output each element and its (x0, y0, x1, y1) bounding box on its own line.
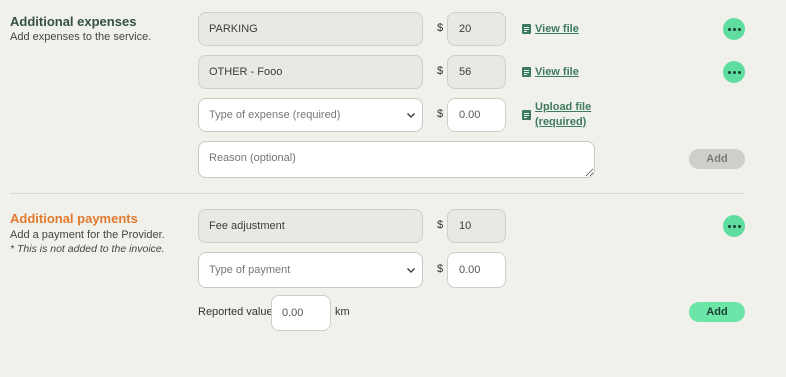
expense-type-select[interactable]: Type of expense (required) (198, 98, 423, 132)
more-options-button[interactable] (723, 61, 745, 83)
chevron-down-icon (406, 267, 416, 274)
add-payment-button[interactable]: Add (689, 302, 745, 322)
more-icon-dot (737, 70, 741, 74)
currency-symbol: $ (437, 65, 444, 77)
more-icon-dot (732, 224, 736, 228)
upload-file-line[interactable]: Upload file (535, 100, 591, 115)
reported-value-input[interactable]: 0.00 (271, 295, 331, 331)
payments-description: Add a payment for the Provider. (10, 229, 165, 241)
currency-symbol: $ (437, 219, 444, 231)
reason-textarea[interactable] (198, 141, 595, 178)
view-file-link[interactable]: View file (522, 65, 579, 80)
payment-type-select[interactable]: Type of payment (198, 252, 423, 288)
expense-type-placeholder: Type of expense (required) (209, 109, 341, 121)
more-icon-dot (727, 27, 731, 31)
reported-value-unit: km (335, 306, 350, 318)
view-file-label[interactable]: View file (535, 22, 579, 37)
more-icon-dot (732, 27, 736, 31)
currency-symbol: $ (437, 108, 444, 120)
document-icon (522, 110, 531, 120)
payment-type-placeholder: Type of payment (209, 264, 291, 276)
chevron-down-icon (406, 112, 416, 119)
payment-amount-field: 10 (447, 209, 506, 243)
upload-file-link[interactable]: Upload file (required) (522, 100, 591, 130)
more-icon-dot (737, 27, 741, 31)
expense-amount-field: 56 (447, 55, 506, 89)
more-options-button[interactable] (723, 18, 745, 40)
document-icon (522, 24, 531, 34)
more-icon-dot (727, 70, 731, 74)
currency-symbol: $ (437, 22, 444, 34)
more-options-button[interactable] (723, 215, 745, 237)
document-icon (522, 67, 531, 77)
reported-value-label: Reported value (198, 306, 273, 318)
currency-symbol: $ (437, 263, 444, 275)
expense-type-field: PARKING (198, 12, 423, 46)
view-file-label[interactable]: View file (535, 65, 579, 80)
more-icon-dot (732, 70, 736, 74)
more-icon-dot (727, 224, 731, 228)
upload-file-label[interactable]: Upload file (required) (535, 100, 591, 130)
expenses-description: Add expenses to the service. (10, 31, 152, 43)
payments-title: Additional payments (10, 211, 138, 226)
expense-amount-input[interactable]: 0.00 (447, 98, 506, 132)
payment-type-field: Fee adjustment (198, 209, 423, 243)
expenses-title: Additional expenses (10, 14, 137, 29)
payments-note: * This is not added to the invoice. (10, 243, 165, 255)
payment-amount-input[interactable]: 0.00 (447, 252, 506, 288)
view-file-link[interactable]: View file (522, 22, 579, 37)
expense-type-field: OTHER - Fooo (198, 55, 423, 89)
add-expense-button[interactable]: Add (689, 149, 745, 169)
upload-required-line[interactable]: (required) (535, 115, 591, 130)
section-divider (10, 193, 745, 194)
expense-amount-field: 20 (447, 12, 506, 46)
more-icon-dot (737, 224, 741, 228)
